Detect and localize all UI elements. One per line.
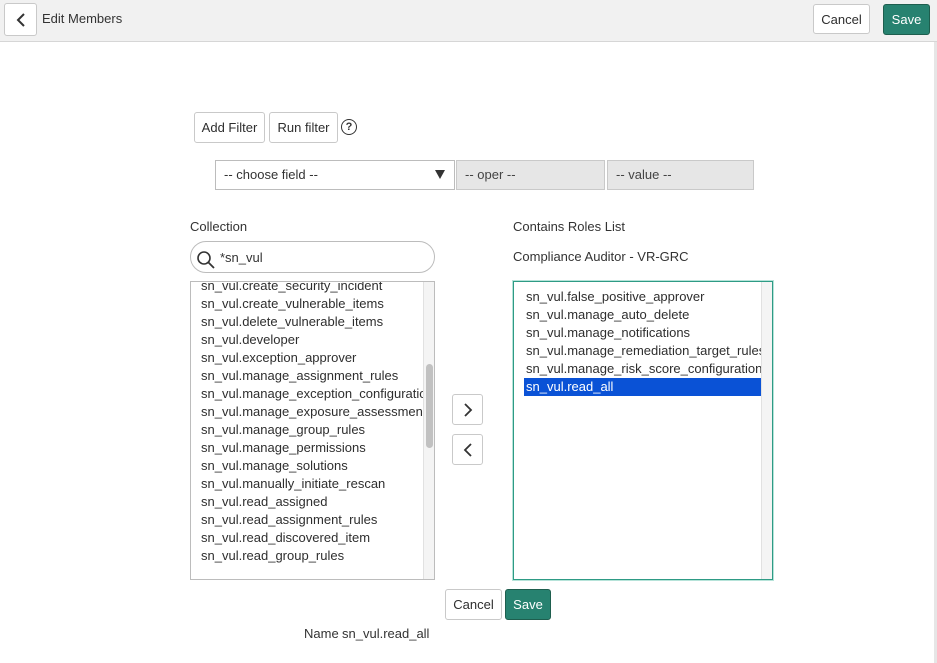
remove-role-button[interactable] — [452, 434, 483, 465]
collection-scroll-thumb[interactable] — [426, 364, 433, 448]
collection-search-input[interactable]: *sn_vul — [190, 241, 435, 273]
header-cancel-button[interactable]: Cancel — [813, 4, 870, 34]
collection-list-item[interactable]: sn_vul.manage_permissions — [191, 439, 423, 457]
roles-list-item[interactable]: sn_vul.false_positive_approver — [524, 288, 763, 306]
chevron-left-icon — [463, 442, 472, 457]
roles-scrollbar[interactable] — [761, 282, 772, 579]
collection-list-item[interactable]: sn_vul.manage_exposure_assessment — [191, 403, 426, 421]
collection-list-item[interactable]: sn_vul.manually_initiate_rescan — [191, 475, 423, 493]
collection-list[interactable]: sn_vul.create_security_incident sn_vul.cr… — [190, 281, 435, 580]
collection-list-item[interactable]: sn_vul.read_discovered_item — [191, 529, 423, 547]
group-name: Compliance Auditor - VR-GRC — [513, 249, 689, 264]
roles-list-item[interactable]: sn_vul.manage_notifications — [524, 324, 763, 342]
collection-list-item[interactable]: sn_vul.create_security_incident — [191, 282, 423, 295]
help-icon[interactable]: ? — [341, 119, 357, 135]
choose-field-value: -- choose field -- — [224, 167, 318, 182]
roles-list-item[interactable]: sn_vul.manage_remediation_target_rules — [524, 342, 765, 360]
triangle-down-icon — [435, 170, 445, 179]
collection-list-item[interactable]: sn_vul.delete_vulnerable_items — [191, 313, 423, 331]
search-value: *sn_vul — [220, 250, 263, 265]
collection-list-item[interactable]: sn_vul.read_assignment_rules — [191, 511, 423, 529]
name-value: sn_vul.read_all — [342, 626, 430, 641]
magnifier-icon — [197, 251, 215, 269]
run-filter-button[interactable]: Run filter — [269, 112, 338, 143]
roles-list-item[interactable]: sn_vul.manage_auto_delete — [524, 306, 763, 324]
collection-list-item[interactable]: sn_vul.manage_solutions — [191, 457, 423, 475]
back-button[interactable] — [4, 3, 37, 36]
chevron-left-icon — [16, 12, 25, 27]
choose-field-select[interactable]: -- choose field -- — [215, 160, 455, 190]
add-role-button[interactable] — [452, 394, 483, 425]
roles-list-label: Contains Roles List — [513, 219, 625, 234]
collection-list-item[interactable]: sn_vul.read_group_rules — [191, 547, 423, 565]
page-title: Edit Members — [42, 11, 123, 26]
name-label: Name — [304, 626, 339, 641]
collection-list-item[interactable]: sn_vul.create_vulnerable_items — [191, 295, 423, 313]
operator-select: -- oper -- — [456, 160, 605, 190]
collection-label: Collection — [190, 219, 248, 234]
chevron-right-icon — [463, 402, 472, 417]
collection-scrollbar[interactable] — [423, 282, 434, 579]
collection-list-item[interactable]: sn_vul.developer — [191, 331, 423, 349]
cancel-button[interactable]: Cancel — [445, 589, 502, 620]
value-input: -- value -- — [607, 160, 754, 190]
header-save-button[interactable]: Save — [883, 4, 930, 35]
collection-list-item[interactable]: sn_vul.exception_approver — [191, 349, 423, 367]
roles-list[interactable]: sn_vul.false_positive_approver sn_vul.man… — [513, 281, 773, 580]
roles-list-item[interactable]: sn_vul.read_all — [524, 378, 763, 396]
save-button[interactable]: Save — [505, 589, 551, 620]
collection-list-item[interactable]: sn_vul.manage_group_rules — [191, 421, 423, 439]
collection-list-item[interactable]: sn_vul.read_assigned — [191, 493, 423, 511]
collection-list-item[interactable]: sn_vul.manage_assignment_rules — [191, 367, 423, 385]
roles-list-item[interactable]: sn_vul.manage_risk_score_configuration — [524, 360, 763, 378]
header-bar: Edit Members Cancel Save — [0, 0, 937, 42]
collection-list-item[interactable]: sn_vul.manage_exception_configuration — [191, 385, 434, 403]
add-filter-button[interactable]: Add Filter — [194, 112, 265, 143]
